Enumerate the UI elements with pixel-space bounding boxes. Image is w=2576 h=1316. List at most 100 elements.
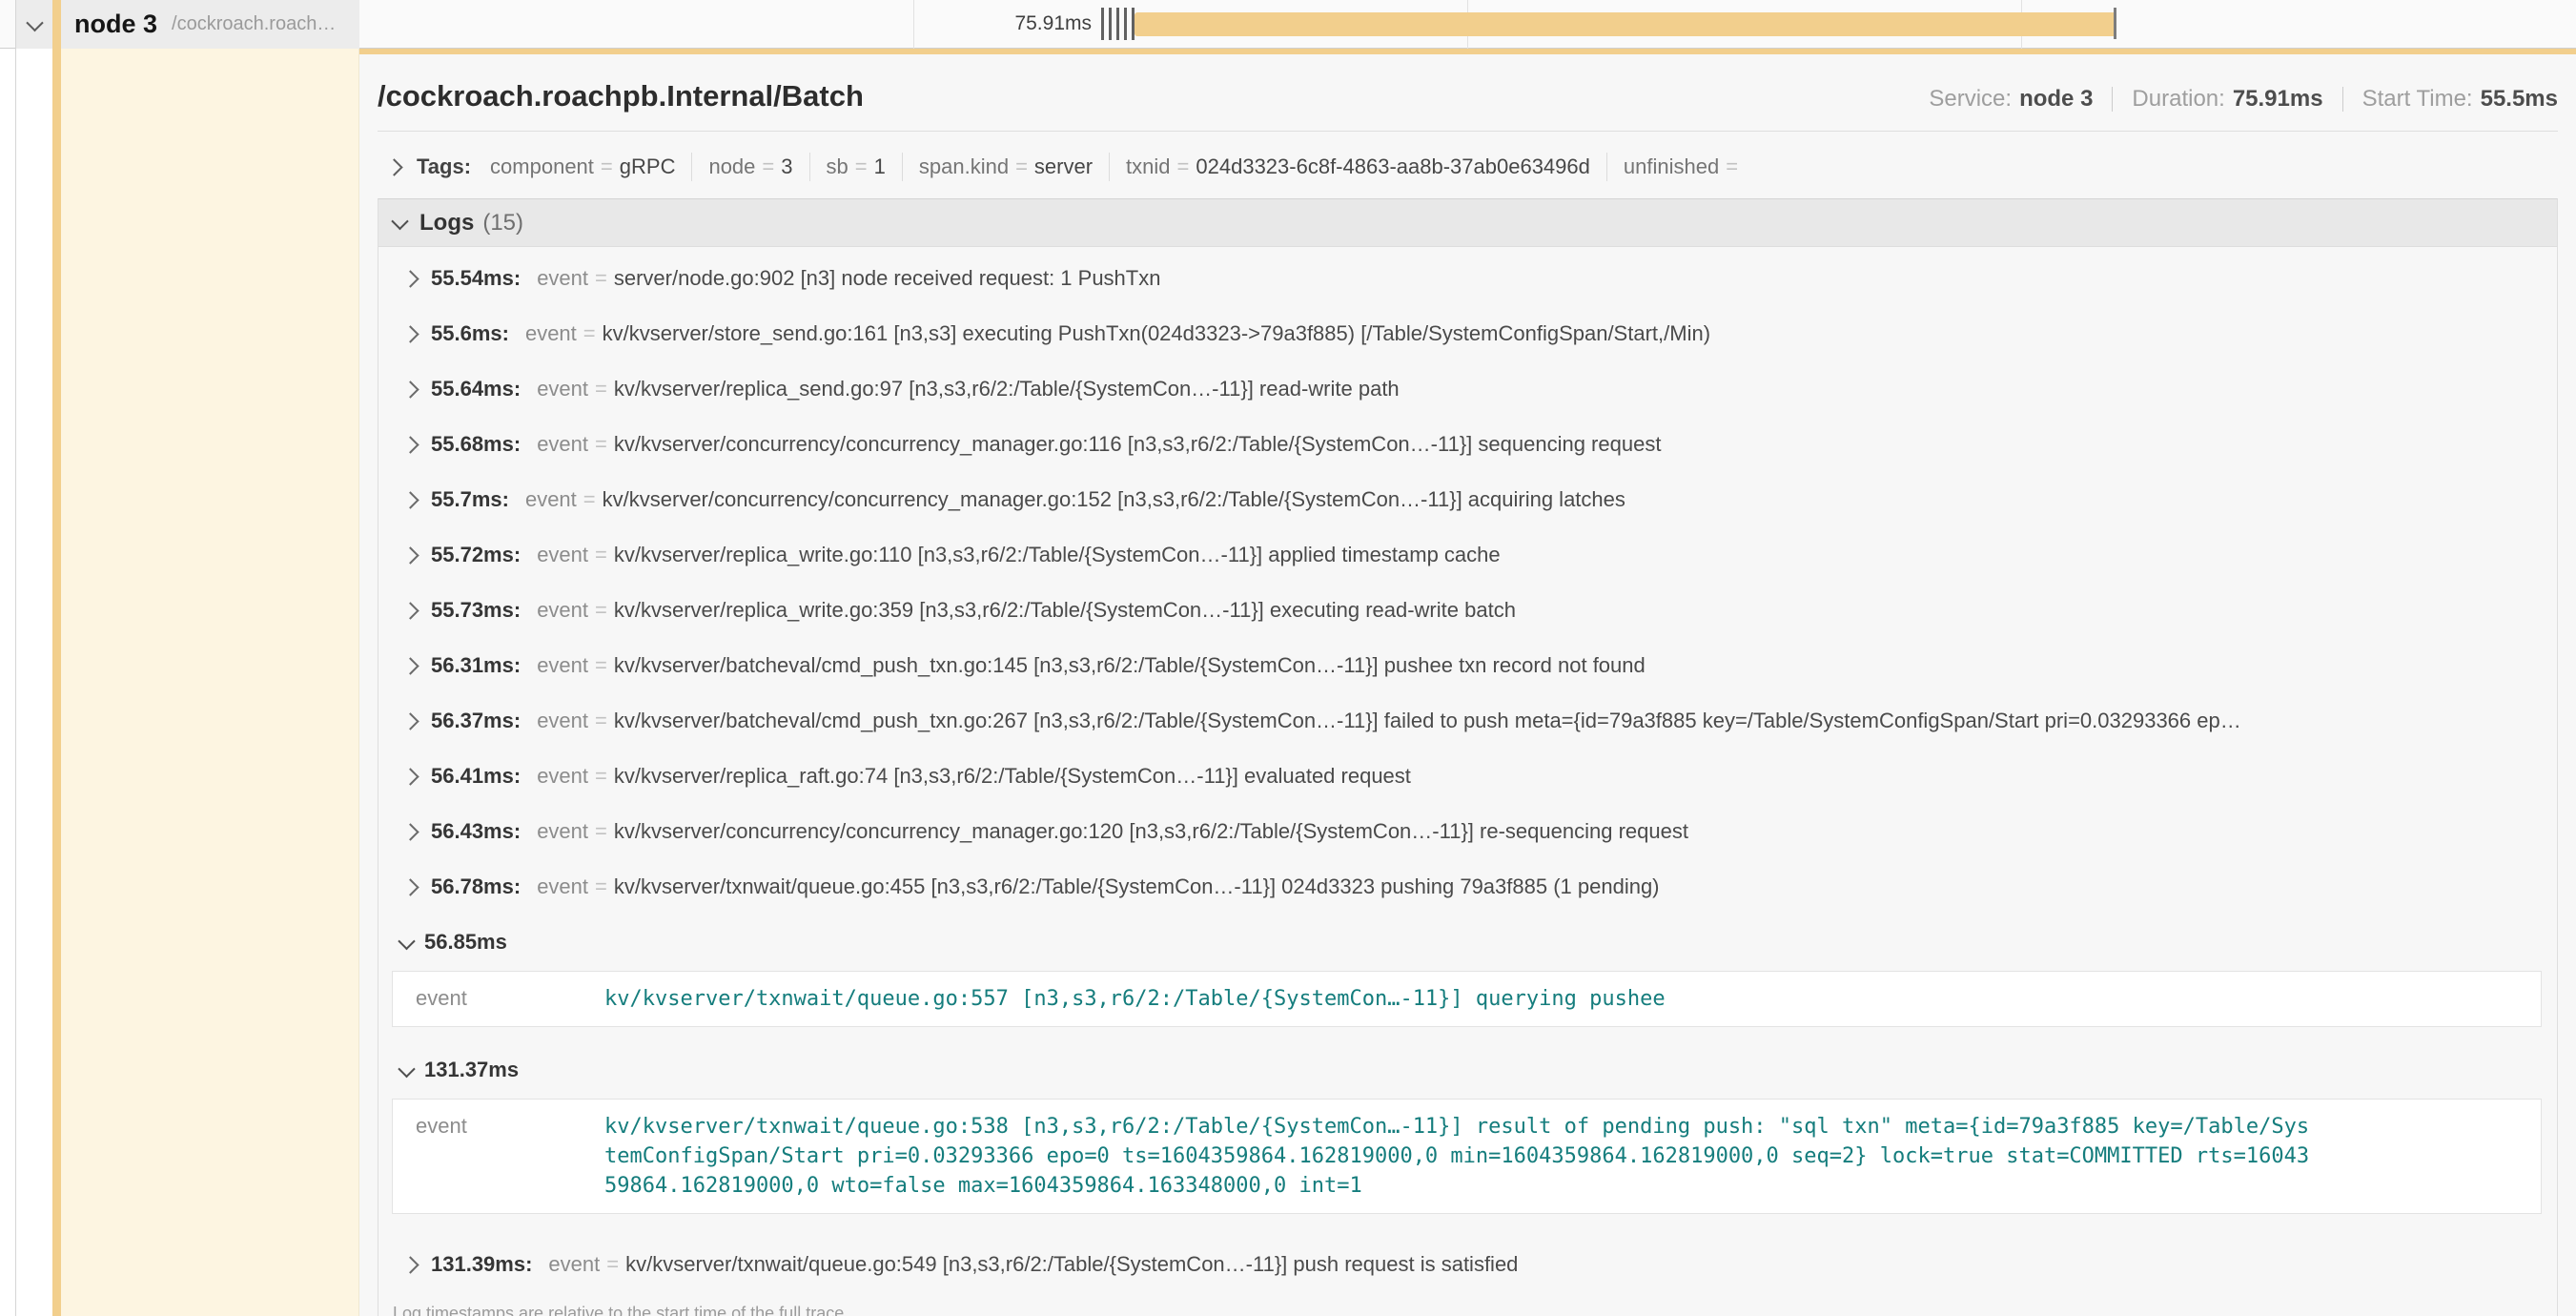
log-row[interactable]: 131.39ms: event = kv/kvserver/txnwait/qu… — [378, 1237, 2557, 1292]
equals-sign: = — [595, 819, 607, 844]
log-row[interactable]: 55.6ms: event = kv/kvserver/store_send.g… — [378, 306, 2557, 361]
timeline-gridline — [913, 0, 914, 49]
tag-item: sb=1 — [827, 154, 886, 179]
chevron-right-icon[interactable] — [401, 436, 419, 453]
log-row-time: 56.37ms: — [431, 709, 521, 733]
chevron-right-icon[interactable] — [401, 823, 419, 840]
logs-list: 55.54ms: event = server/node.go:902 [n3]… — [378, 247, 2557, 1292]
equals-sign: = — [762, 154, 774, 178]
chevron-down-icon[interactable] — [26, 14, 43, 31]
log-entry-expanded: 56.85ms event kv/kvserver/txnwait/queue.… — [378, 922, 2557, 1027]
tag-item: node=3 — [708, 154, 792, 179]
log-row-time: 131.39ms: — [431, 1252, 532, 1277]
log-row[interactable]: 55.68ms: event = kv/kvserver/concurrency… — [378, 417, 2557, 472]
span-duration-bar[interactable] — [1135, 12, 2116, 36]
chevron-right-icon[interactable] — [401, 380, 419, 398]
equals-sign: = — [595, 377, 607, 401]
log-expanded-time: 131.37ms — [424, 1058, 519, 1082]
log-row-time: 55.72ms: — [431, 543, 521, 567]
title-divider — [378, 131, 2558, 132]
tags-label: Tags: — [417, 154, 471, 179]
equals-sign: = — [583, 321, 596, 346]
chevron-down-icon[interactable] — [391, 213, 408, 230]
equals-sign: = — [595, 543, 607, 567]
tag-item: unfinished = — [1624, 154, 1745, 179]
tags-list: component=gRPC node=3 sb=1 span.kind=ser… — [490, 153, 1745, 181]
service-value: node 3 — [2019, 86, 2093, 113]
log-row[interactable]: 55.54ms: event = server/node.go:902 [n3]… — [378, 251, 2557, 306]
chevron-right-icon[interactable] — [401, 325, 419, 342]
log-row[interactable]: 56.78ms: event = kv/kvserver/txnwait/que… — [378, 859, 2557, 915]
chevron-right-icon[interactable] — [401, 768, 419, 785]
log-row-time: 56.78ms: — [431, 874, 521, 899]
equals-sign: = — [601, 154, 613, 178]
chevron-right-icon[interactable] — [401, 602, 419, 619]
duration-label: Duration: — [2132, 86, 2224, 113]
equals-sign: = — [1726, 154, 1738, 178]
logs-section: Logs (15) 55.54ms: event = server/node.g… — [378, 198, 2558, 1316]
chevron-down-icon[interactable] — [398, 932, 415, 949]
log-row-key: event — [537, 377, 588, 401]
tag-value: server — [1034, 154, 1093, 178]
span-timeline-row[interactable]: node 3 /cockroach.roach… 75.91ms — [0, 0, 2576, 49]
log-row-value: kv/kvserver/replica_write.go:110 [n3,s3,… — [614, 543, 1501, 567]
chevron-down-icon[interactable] — [398, 1059, 415, 1077]
chevron-right-icon[interactable] — [401, 491, 419, 508]
tag-key: component — [490, 154, 594, 178]
log-tick-marker — [1124, 8, 1127, 40]
chevron-right-icon[interactable] — [401, 1256, 419, 1273]
log-row[interactable]: 56.37ms: event = kv/kvserver/batcheval/c… — [378, 693, 2557, 749]
tag-key: unfinished — [1624, 154, 1719, 178]
chevron-right-icon[interactable] — [401, 546, 419, 564]
log-row[interactable]: 55.72ms: event = kv/kvserver/replica_wri… — [378, 527, 2557, 583]
log-tick-marker-end — [2114, 8, 2116, 39]
equals-sign: = — [595, 709, 607, 733]
log-row-value: kv/kvserver/txnwait/queue.go:455 [n3,s3,… — [614, 874, 1660, 899]
separator — [2342, 87, 2343, 112]
log-row-value: kv/kvserver/txnwait/queue.go:549 [n3,s3,… — [625, 1252, 1518, 1277]
span-timeline-track[interactable]: 75.91ms — [359, 0, 2576, 49]
log-expanded-header[interactable]: 131.37ms — [378, 1050, 2557, 1090]
chevron-right-icon[interactable] — [385, 158, 402, 175]
separator — [2112, 87, 2113, 112]
log-row[interactable]: 55.7ms: event = kv/kvserver/concurrency/… — [378, 472, 2557, 527]
logs-accordion-header[interactable]: Logs (15) — [378, 199, 2557, 247]
chevron-right-icon[interactable] — [401, 270, 419, 287]
trace-span-detail-screen: node 3 /cockroach.roach… 75.91ms /cockro… — [0, 0, 2576, 1316]
span-detail-panel: /cockroach.roachpb.Internal/Batch Servic… — [359, 49, 2576, 1316]
tag-separator — [1109, 153, 1110, 181]
log-row[interactable]: 55.73ms: event = kv/kvserver/replica_wri… — [378, 583, 2557, 638]
chevron-right-icon[interactable] — [401, 712, 419, 730]
log-row[interactable]: 55.64ms: event = kv/kvserver/replica_sen… — [378, 361, 2557, 417]
log-row-key: event — [537, 653, 588, 678]
span-color-accent-stripe — [52, 0, 61, 1316]
log-row-key: event — [537, 709, 588, 733]
tag-separator — [809, 153, 810, 181]
logs-footer-note: Log timestamps are relative to the start… — [378, 1292, 2557, 1316]
log-entry-expanded: 131.37ms event kv/kvserver/txnwait/queue… — [378, 1050, 2557, 1214]
chevron-right-icon[interactable] — [401, 657, 419, 674]
log-row[interactable]: 56.43ms: event = kv/kvserver/concurrency… — [378, 804, 2557, 859]
start-time-label: Start Time: — [2362, 86, 2473, 113]
span-meta: Service: node 3 Duration: 75.91ms Start … — [1929, 86, 2558, 113]
start-time-value: 55.5ms — [2481, 86, 2558, 113]
duration-value: 75.91ms — [2233, 86, 2323, 113]
log-row-time: 55.64ms: — [431, 377, 521, 401]
log-row[interactable]: 56.31ms: event = kv/kvserver/batcheval/c… — [378, 638, 2557, 693]
tag-value: 3 — [781, 154, 792, 178]
log-row-value: kv/kvserver/replica_write.go:359 [n3,s3,… — [614, 598, 1516, 623]
log-row-time: 55.7ms: — [431, 487, 509, 512]
log-expanded-header[interactable]: 56.85ms — [378, 922, 2557, 962]
tag-item: component=gRPC — [490, 154, 675, 179]
tag-value: 024d3323-6c8f-4863-aa8b-37ab0e63496d — [1196, 154, 1589, 178]
tag-key: txnid — [1126, 154, 1170, 178]
log-row[interactable]: 56.41ms: event = kv/kvserver/replica_raf… — [378, 749, 2557, 804]
tags-accordion[interactable]: Tags: component=gRPC node=3 sb=1 span.ki… — [378, 147, 2558, 187]
span-name-cell[interactable]: node 3 /cockroach.roach… — [16, 0, 359, 49]
log-row-time: 55.73ms: — [431, 598, 521, 623]
log-row-time: 56.31ms: — [431, 653, 521, 678]
tag-key: span.kind — [919, 154, 1009, 178]
log-row-value: kv/kvserver/replica_send.go:97 [n3,s3,r6… — [614, 377, 1400, 401]
chevron-right-icon[interactable] — [401, 878, 419, 895]
log-row-key: event — [537, 874, 588, 899]
